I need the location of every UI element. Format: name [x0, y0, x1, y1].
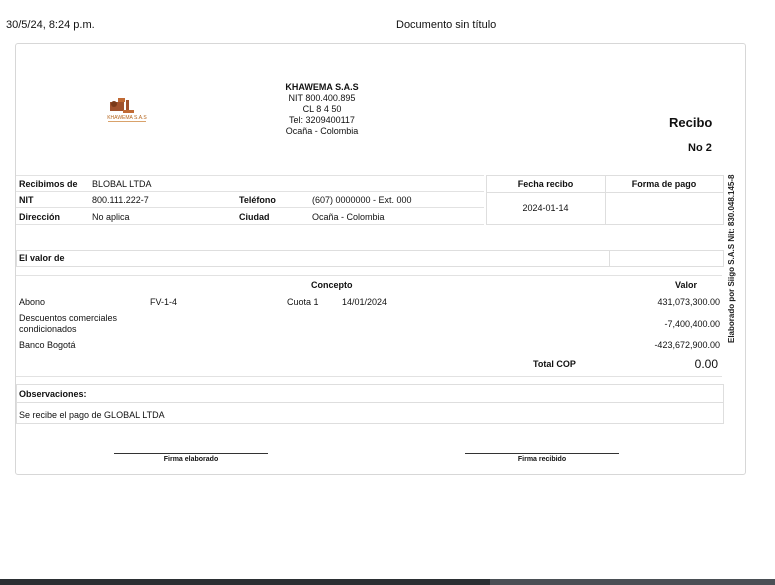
total-value: 0.00: [694, 357, 718, 371]
concept-row-name: Banco Bogotá: [19, 340, 76, 350]
concept-row-value: -7,400,400.00: [664, 319, 720, 329]
company-city: Ocaña - Colombia: [285, 126, 359, 136]
concept-row-date: 14/01/2024: [342, 297, 388, 307]
company-address: CL 8 4 50: [302, 104, 342, 114]
receipt-number: No 2: [688, 142, 712, 154]
signature-line-right: [465, 453, 619, 454]
company-nit: NIT 800.400.895: [288, 93, 356, 103]
vertical-software-note: Elaborado por Siigo S.A.S Nit: 830.048.1…: [727, 174, 736, 344]
concept-row-name: Abono: [19, 297, 46, 307]
signature-line-left: [114, 453, 268, 454]
concept-row-ref: FV-1-4: [150, 297, 178, 307]
concept-row-detail: Cuota 1: [287, 297, 319, 307]
amount-row: [16, 250, 724, 267]
total-label: Total COP: [533, 359, 576, 369]
receipt-date-value: 2024-01-14: [522, 203, 569, 213]
amount-label: El valor de: [19, 253, 65, 263]
observations-text: Se recibe el pago de GLOBAL LTDA: [19, 410, 165, 420]
signature-left-label: Firma elaborado: [163, 456, 219, 463]
document-title: Documento sin título: [396, 19, 497, 31]
received-from-label: Recibimos de: [19, 179, 78, 189]
city-value: Ocaña - Colombia: [312, 212, 385, 222]
phone-value: (607) 0000000 - Ext. 000: [312, 195, 412, 205]
concept-row-value: -423,672,900.00: [654, 340, 720, 350]
received-from-value: BLOBAL LTDA: [92, 179, 152, 189]
receipt-title: Recibo: [669, 115, 713, 130]
payment-method-label: Forma de pago: [631, 179, 697, 189]
company-phone: Tel: 3209400117: [289, 115, 355, 125]
address-value: No aplica: [92, 212, 130, 222]
logo-text: KHAWEMA S.A.S: [107, 115, 147, 121]
nit-value: 800.111.222-7: [92, 195, 149, 205]
value-header: Valor: [675, 280, 698, 290]
signature-right-label: Firma recibido: [517, 456, 567, 463]
phone-label: Teléfono: [239, 195, 276, 205]
observations-label: Observaciones:: [19, 389, 87, 399]
concept-header: Concepto: [311, 280, 353, 290]
receipt-date-label: Fecha recibo: [517, 179, 574, 189]
bottom-bar-segment: [490, 579, 775, 585]
logo-graphic: KHAWEMA S.A.S: [107, 98, 147, 122]
company-info: KHAWEMA S.A.S NIT 800.400.895 CL 8 4 50 …: [282, 82, 362, 137]
concept-row-name: Descuentos comerciales condicionados: [19, 313, 118, 334]
address-label: Dirección: [19, 212, 61, 222]
city-label: Ciudad: [239, 212, 270, 222]
company-logo: KHAWEMA S.A.S: [104, 96, 150, 124]
nit-label: NIT: [19, 195, 34, 205]
concept-row-value: 431,073,300.00: [657, 297, 720, 307]
company-name: KHAWEMA S.A.S: [285, 82, 359, 92]
print-datetime: 30/5/24, 8:24 p.m.: [6, 19, 95, 31]
